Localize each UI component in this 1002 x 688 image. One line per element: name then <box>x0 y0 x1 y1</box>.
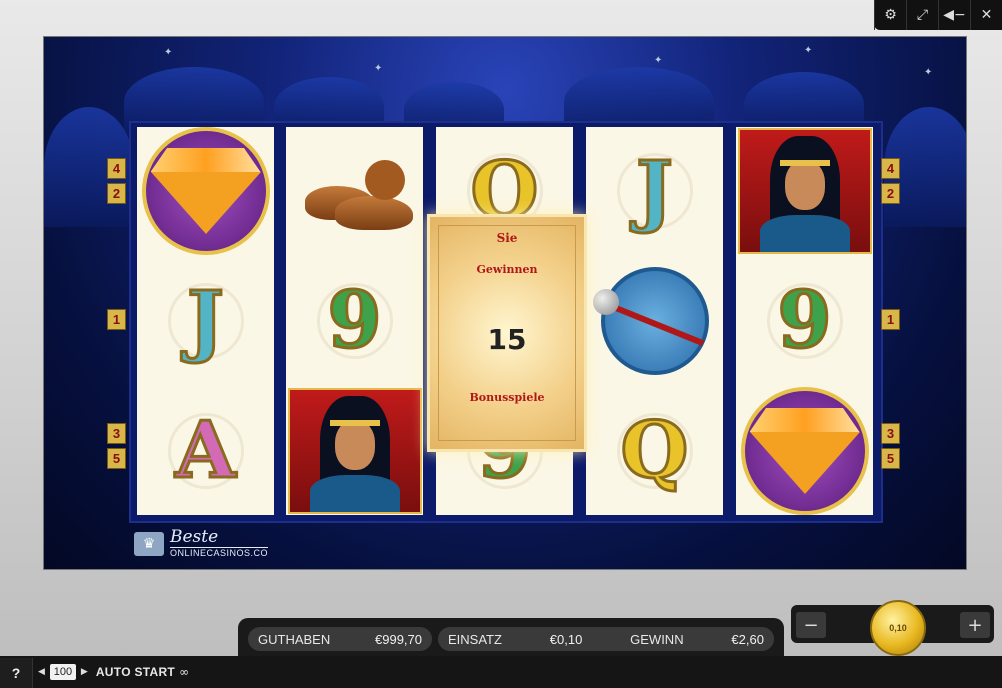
symbol-gong <box>586 257 723 385</box>
symbol-princess <box>736 127 873 255</box>
logo-brand: Beste <box>170 527 219 547</box>
payline-marker[interactable]: 3 <box>107 423 126 444</box>
balance-value: €999,70 <box>375 631 422 647</box>
payline-marker[interactable]: 5 <box>107 448 126 469</box>
site-logo: ♛ Beste ONLINECASINOS.CO <box>134 527 269 558</box>
autostart-prev-arrow[interactable]: ◀ <box>38 667 45 677</box>
symbol-letter: J <box>635 145 675 236</box>
bet-value: €0,10 <box>549 631 583 647</box>
payline-marker[interactable]: 5 <box>881 448 900 469</box>
autostart-count[interactable]: 100 <box>49 664 76 680</box>
logo-subtitle: ONLINECASINOS.CO <box>170 547 269 558</box>
popup-line-3: Bonusspiele <box>469 391 545 404</box>
symbol-letter: 9 <box>776 275 833 366</box>
gear-icon: ⚙ <box>884 7 897 23</box>
symbol-9: 9 <box>286 257 423 385</box>
symbol-letter: J <box>186 275 226 366</box>
payline-marker[interactable]: 2 <box>881 183 900 204</box>
sound-button[interactable]: ◀− <box>938 0 970 30</box>
reel-5: 9 <box>736 127 873 515</box>
bet-decrease-button[interactable]: − <box>796 612 826 638</box>
star-icon: ✦ <box>804 45 813 56</box>
symbol-a: A <box>137 387 274 515</box>
bet-win-display: EINSATZ €0,10 GEWINN €2,60 <box>438 627 774 651</box>
diamond-icon <box>749 432 860 494</box>
balance-label: GUTHABEN <box>258 631 331 647</box>
diamond-icon <box>150 172 261 234</box>
autostart-control: ◀ 100 ▶ AUTO START ∞ <box>38 664 189 680</box>
popup-line-1: Sie <box>496 231 518 245</box>
win-label: GEWINN <box>630 631 684 647</box>
symbol-letter: 9 <box>326 275 383 366</box>
bonus-win-popup: Sie Gewinnen 15 Bonusspiele <box>427 214 587 452</box>
star-icon: ✦ <box>164 47 173 58</box>
gong-icon <box>592 267 709 375</box>
star-icon: ✦ <box>924 67 933 78</box>
bet-increase-button[interactable]: + <box>960 612 990 638</box>
star-icon: ✦ <box>654 55 663 66</box>
close-button[interactable]: ✕ <box>970 0 1002 30</box>
symbol-magic-shoes <box>286 127 423 255</box>
close-icon: ✕ <box>980 7 993 23</box>
symbol-j: J <box>586 127 723 255</box>
autostart-button[interactable]: AUTO START <box>96 665 175 679</box>
star-icon: ✦ <box>374 63 383 74</box>
payline-marker[interactable]: 4 <box>107 158 126 179</box>
reel-1: J A <box>137 127 274 515</box>
reel-4: J Q <box>586 127 723 515</box>
payline-marker[interactable]: 3 <box>881 423 900 444</box>
spin-coin-button[interactable]: 0,10 <box>870 600 926 656</box>
princess-icon <box>737 128 872 254</box>
payline-marker[interactable]: 4 <box>881 158 900 179</box>
bonus-count: 15 <box>487 323 527 356</box>
payline-marker[interactable]: 2 <box>107 183 126 204</box>
symbol-q: Q <box>586 387 723 515</box>
payline-marker[interactable]: 1 <box>107 309 126 330</box>
princess-icon <box>287 388 422 514</box>
autostart-next-arrow[interactable]: ▶ <box>81 667 88 677</box>
symbol-letter: Q <box>619 405 690 496</box>
symbol-princess <box>286 387 423 515</box>
fullscreen-button[interactable]: ⤢ <box>906 0 938 30</box>
window-toolbar: ⚙ ⤢ ◀− ✕ <box>874 0 1002 30</box>
symbol-letter: A <box>174 405 238 496</box>
fullscreen-icon: ⤢ <box>916 7 929 23</box>
popup-line-2: Gewinnen <box>476 263 538 276</box>
reel-2: 9 <box>286 127 423 515</box>
bet-label: EINSATZ <box>448 631 502 647</box>
symbol-diamond <box>736 387 873 515</box>
crown-icon: ♛ <box>134 531 164 556</box>
win-value: €2,60 <box>731 631 764 647</box>
balance-display: GUTHABEN €999,70 <box>248 627 432 651</box>
symbol-9: 9 <box>736 257 873 385</box>
infinity-icon[interactable]: ∞ <box>179 665 189 679</box>
symbol-j: J <box>137 257 274 385</box>
settings-button[interactable]: ⚙ <box>874 0 906 30</box>
payline-marker[interactable]: 1 <box>881 309 900 330</box>
symbol-diamond <box>137 127 274 255</box>
help-button[interactable]: ? <box>0 658 33 688</box>
shoes-icon <box>295 146 415 236</box>
speaker-icon: ◀− <box>943 7 966 23</box>
